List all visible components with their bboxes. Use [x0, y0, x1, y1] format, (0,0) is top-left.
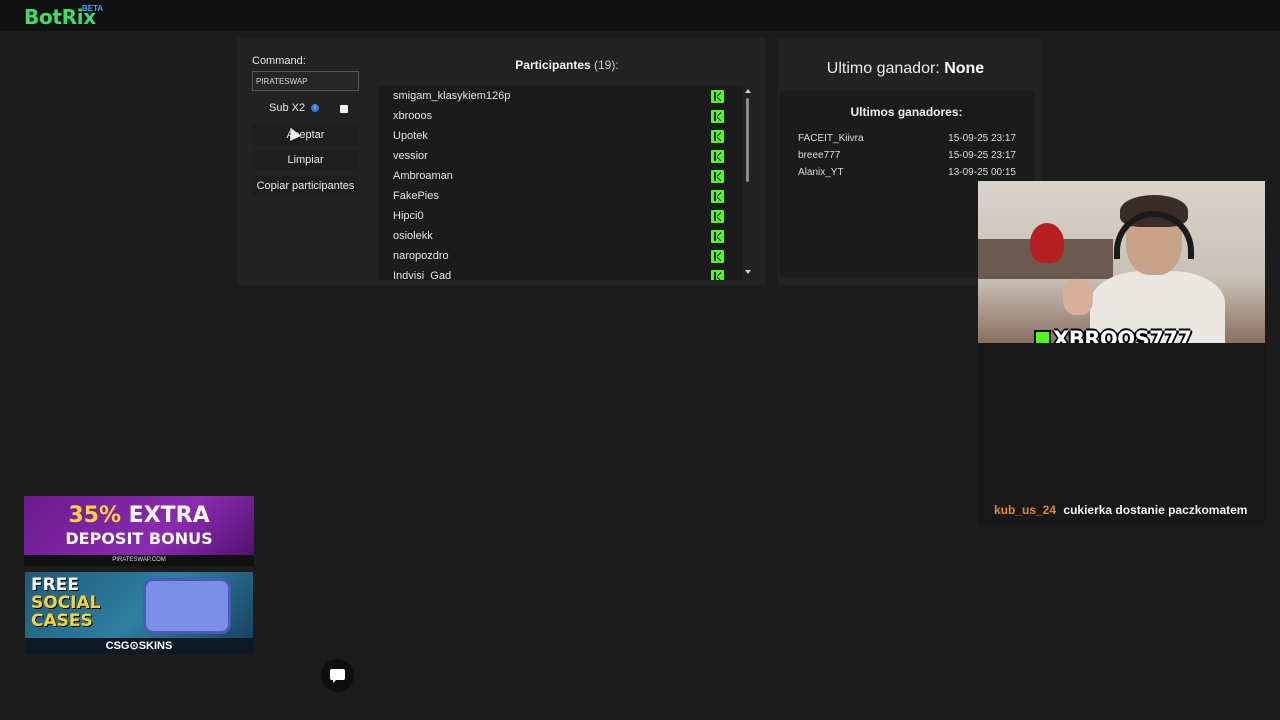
streamer-tag: XBROOS777: [1034, 327, 1192, 343]
chat-message: kub_us_24 cukierka dostanie paczkomatem: [994, 503, 1247, 517]
discord-case-icon: [143, 578, 231, 634]
webcam-person-hand: [1063, 279, 1093, 315]
participant-row[interactable]: Indvisi_Gad: [378, 266, 743, 280]
last-winner-value: None: [944, 60, 985, 77]
command-input[interactable]: [252, 71, 359, 91]
beta-badge: BETA: [82, 4, 104, 13]
participant-name: Upotek: [393, 130, 428, 142]
clear-button[interactable]: Limpiar: [252, 150, 359, 170]
participants-count: (19):: [594, 58, 619, 72]
winner-name: Alanix_YT: [798, 167, 844, 178]
participant-name: vessior: [393, 150, 428, 162]
scroll-thumb[interactable]: [746, 98, 749, 182]
participant-row[interactable]: Upotek: [378, 126, 743, 146]
participant-row[interactable]: vessior: [378, 146, 743, 166]
ad2-line2: SOCIAL: [31, 593, 101, 613]
participant-name: osiolekk: [393, 230, 433, 242]
kick-icon: [711, 90, 724, 103]
participant-name: naropozdro: [393, 250, 449, 262]
sub-x2-row: Sub X2 i: [269, 102, 320, 114]
last-winner: Ultimo ganador: None: [778, 60, 1033, 78]
participant-row[interactable]: naropozdro: [378, 246, 743, 266]
participant-name: smigam_klasykiem126p: [393, 90, 511, 102]
chat-overlay: kub_us_24 cukierka dostanie paczkomatem: [978, 343, 1265, 525]
kick-icon: [711, 130, 724, 143]
streamer-name: XBROOS777: [1053, 327, 1192, 343]
copy-participants-button[interactable]: Copiar participantes: [252, 176, 359, 196]
participant-name: FakePies: [393, 190, 439, 202]
kick-icon: [711, 110, 724, 123]
winner-name: breee777: [798, 150, 841, 161]
winner-name: FACEIT_Kiivra: [798, 133, 864, 144]
participants-list[interactable]: smigam_klasykiem126pxbrooos Upotek vessior…: [378, 86, 743, 280]
participant-row[interactable]: Hipci0: [378, 206, 743, 226]
ad-headline: 35% EXTRA: [24, 503, 254, 528]
kick-logo-icon: [1034, 329, 1051, 343]
participant-row[interactable]: xbrooos: [378, 106, 743, 126]
sub-x2-label: Sub X2: [269, 102, 306, 114]
kick-icon: [711, 270, 724, 280]
ad2-line1: FREE: [31, 575, 79, 595]
ad2-line3: CASES: [31, 611, 93, 631]
ad-site: PIRATESWAP.COM: [24, 555, 254, 566]
webcam-prop: [1030, 223, 1064, 263]
top-bar: BotRix BETA: [0, 0, 1280, 31]
accept-button[interactable]: Aceptar: [252, 125, 359, 145]
kick-icon: [711, 190, 724, 203]
participant-name: Ambroaman: [393, 170, 453, 182]
chat-text: cukierka dostanie paczkomatem: [1063, 503, 1248, 517]
winner-date: 15-09-25 23:17: [948, 150, 1016, 161]
pirateswap-ad[interactable]: 35% EXTRA DEPOSIT BONUS PIRATESWAP.COM: [24, 496, 254, 566]
participant-name: xbrooos: [393, 110, 433, 122]
ad-subheadline: DEPOSIT BONUS: [65, 529, 213, 548]
winner-date: 13-09-25 00:15: [948, 167, 1016, 178]
kick-icon: [711, 170, 724, 183]
participants-title: Participantes: [515, 58, 591, 72]
participant-row[interactable]: Ambroaman: [378, 166, 743, 186]
kick-icon: [711, 210, 724, 223]
kick-icon: [711, 150, 724, 163]
participant-name: Hipci0: [393, 210, 424, 222]
participant-row[interactable]: osiolekk: [378, 226, 743, 246]
participants-scrollbar[interactable]: [744, 86, 754, 280]
command-label: Command:: [252, 55, 306, 67]
participant-row[interactable]: smigam_klasykiem126p: [378, 86, 743, 106]
participants-header: Participantes (19):: [387, 58, 747, 72]
scroll-down-arrow-icon[interactable]: [745, 270, 751, 274]
sub-x2-checkbox[interactable]: [340, 105, 348, 113]
last-winner-label: Ultimo ganador:: [826, 60, 940, 77]
info-icon[interactable]: i: [311, 104, 320, 112]
chat-bubble-icon[interactable]: [321, 659, 354, 692]
ad-extra: EXTRA: [121, 503, 210, 528]
webcam-overlay: XBROOS777: [978, 181, 1265, 343]
ad2-brand: CSG⊙SKINS: [25, 638, 253, 654]
participant-row[interactable]: FakePies: [378, 186, 743, 206]
winner-date: 15-09-25 23:17: [948, 133, 1016, 144]
participant-name: Indvisi_Gad: [393, 270, 452, 280]
csgoskins-ad[interactable]: FREE SOCIAL CASES CSG⊙SKINS: [25, 572, 253, 654]
scroll-up-arrow-icon[interactable]: [745, 89, 751, 93]
kick-icon: [711, 230, 724, 243]
ad-percent: 35%: [68, 503, 122, 528]
winners-history-title: Ultimos ganadores:: [850, 105, 963, 119]
ad2-headline: FREE SOCIAL CASES: [31, 576, 101, 630]
chat-username: kub_us_24: [994, 503, 1057, 517]
giveaway-panel: Command: Sub X2 i Aceptar Limpiar Copiar…: [237, 38, 765, 285]
kick-icon: [711, 250, 724, 263]
